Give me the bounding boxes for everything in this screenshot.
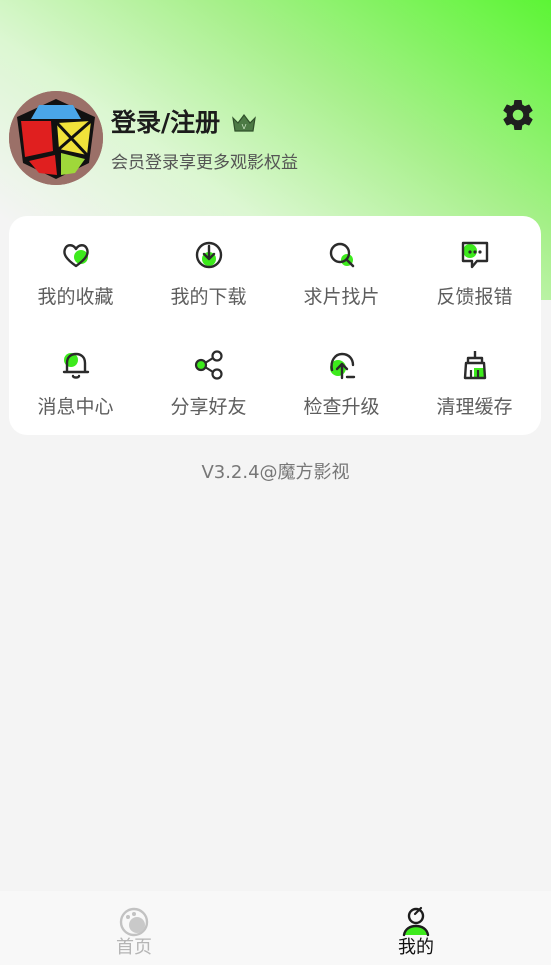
share-icon — [194, 350, 223, 380]
upgrade-icon — [329, 352, 355, 380]
tab-mine[interactable]: 我的 — [356, 891, 476, 965]
bottom-tab-bar: 首页 我的 — [0, 891, 551, 965]
menu-item-clear-cache[interactable]: 清理缓存 — [408, 340, 541, 440]
menu-item-label: 消息中心 — [37, 396, 114, 418]
svg-text:V: V — [242, 123, 247, 131]
feedback-icon — [461, 241, 488, 269]
menu-item-label: 求片找片 — [303, 286, 380, 308]
menu-item-messages[interactable]: 消息中心 — [9, 340, 142, 440]
broom-icon — [463, 351, 486, 380]
user-icon — [402, 906, 430, 937]
member-subtitle: 会员登录享更多观影权益 — [111, 153, 298, 173]
menu-item-label: 分享好友 — [170, 396, 247, 418]
download-icon — [195, 241, 222, 269]
tab-home[interactable]: 首页 — [74, 891, 194, 965]
version-text: V3.2.4@魔方影视 — [201, 462, 350, 483]
tab-home-label: 首页 — [116, 937, 152, 958]
bell-icon — [62, 352, 89, 379]
menu-item-downloads[interactable]: 我的下载 — [142, 230, 275, 330]
home-icon — [119, 907, 149, 937]
menu-item-share[interactable]: 分享好友 — [142, 340, 275, 440]
menu-item-label: 反馈报错 — [436, 286, 513, 308]
menu-item-label: 我的收藏 — [37, 286, 114, 308]
heart-icon — [62, 244, 89, 268]
menu-item-request-film[interactable]: 求片找片 — [275, 230, 408, 330]
search-film-icon — [329, 242, 354, 268]
avatar[interactable] — [9, 91, 103, 185]
menu-item-check-upgrade[interactable]: 检查升级 — [275, 340, 408, 440]
feature-card: 我的收藏 我的下载 求片找片 反馈报错 消息中心 分享好友 检查升级 清理缓存 — [9, 216, 541, 435]
login-register-link[interactable]: 登录/注册 — [111, 106, 220, 140]
gear-icon[interactable] — [500, 97, 536, 133]
menu-item-label: 我的下载 — [170, 286, 247, 308]
menu-item-label: 清理缓存 — [436, 396, 513, 418]
tab-mine-label: 我的 — [398, 937, 434, 958]
menu-item-label: 检查升级 — [303, 396, 380, 418]
menu-item-feedback[interactable]: 反馈报错 — [408, 230, 541, 330]
vip-crown-icon: V — [232, 114, 256, 132]
menu-item-favorites[interactable]: 我的收藏 — [9, 230, 142, 330]
